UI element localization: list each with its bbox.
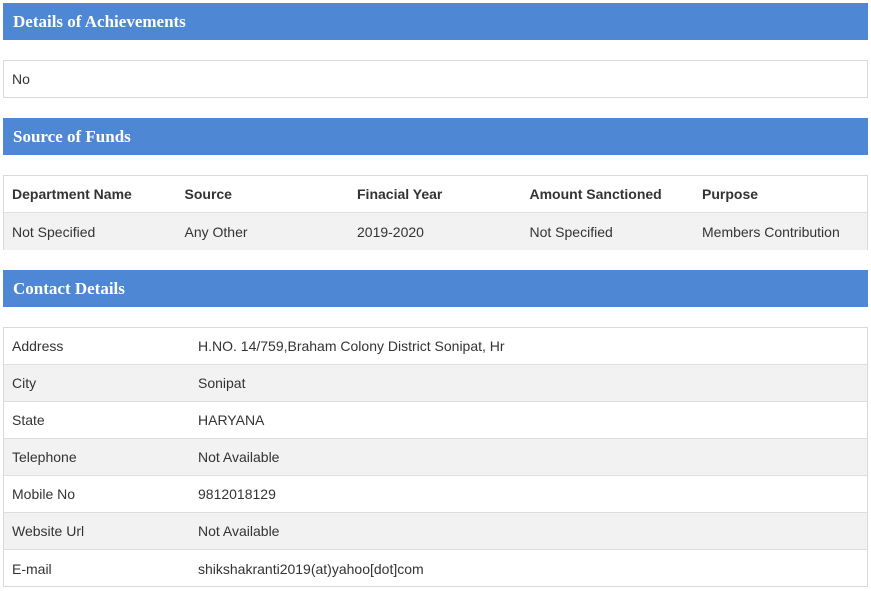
- funds-col-purpose: Purpose: [702, 186, 759, 202]
- contact-label: Mobile No: [12, 486, 76, 502]
- funds-table: Department Name Source Finacial Year Amo…: [3, 175, 868, 250]
- table-row: Not Specified Any Other 2019-2020 Not Sp…: [4, 213, 867, 250]
- funds-cell-year: 2019-2020: [357, 223, 424, 240]
- contact-value: Not Available: [198, 523, 280, 539]
- contact-header: Contact Details: [3, 270, 868, 307]
- contact-label: Telephone: [12, 449, 77, 465]
- contact-row-website: Website Url Not Available: [4, 513, 867, 550]
- contact-label: State: [12, 412, 45, 428]
- contact-table: Address H.NO. 14/759,Braham Colony Distr…: [3, 327, 868, 587]
- funds-col-amount: Amount Sanctioned: [529, 186, 662, 202]
- funds-table-header-row: Department Name Source Finacial Year Amo…: [4, 176, 867, 213]
- achievements-header: Details of Achievements: [3, 3, 868, 40]
- contact-label: Website Url: [12, 523, 85, 539]
- contact-value: HARYANA: [198, 412, 265, 428]
- contact-row-email: E-mail shikshakranti2019(at)yahoo[dot]co…: [4, 550, 867, 587]
- contact-row-address: Address H.NO. 14/759,Braham Colony Distr…: [4, 328, 867, 365]
- contact-value: shikshakranti2019(at)yahoo[dot]com: [198, 560, 424, 577]
- contact-row-state: State HARYANA: [4, 402, 867, 439]
- contact-row-city: City Sonipat: [4, 365, 867, 402]
- achievements-box: No: [3, 60, 868, 98]
- funds-header: Source of Funds: [3, 118, 868, 155]
- contact-value: 9812018129: [198, 486, 276, 502]
- funds-cell-purpose: Members Contribution: [702, 223, 840, 240]
- funds-col-department: Department Name: [12, 186, 132, 202]
- achievements-value: No: [12, 71, 30, 87]
- contact-label: City: [12, 375, 37, 391]
- funds-cell-source: Any Other: [184, 223, 248, 240]
- contact-row-mobile: Mobile No 9812018129: [4, 476, 867, 513]
- contact-label: E-mail: [12, 560, 52, 577]
- contact-label: Address: [12, 338, 64, 354]
- contact-value: Sonipat: [198, 375, 246, 391]
- contact-value: H.NO. 14/759,Braham Colony District Soni…: [198, 338, 505, 354]
- contact-row-telephone: Telephone Not Available: [4, 439, 867, 476]
- funds-cell-amount: Not Specified: [529, 223, 613, 240]
- contact-value: Not Available: [198, 449, 280, 465]
- funds-cell-department: Not Specified: [12, 223, 96, 240]
- funds-col-source: Source: [184, 186, 232, 202]
- funds-col-year: Finacial Year: [357, 186, 443, 202]
